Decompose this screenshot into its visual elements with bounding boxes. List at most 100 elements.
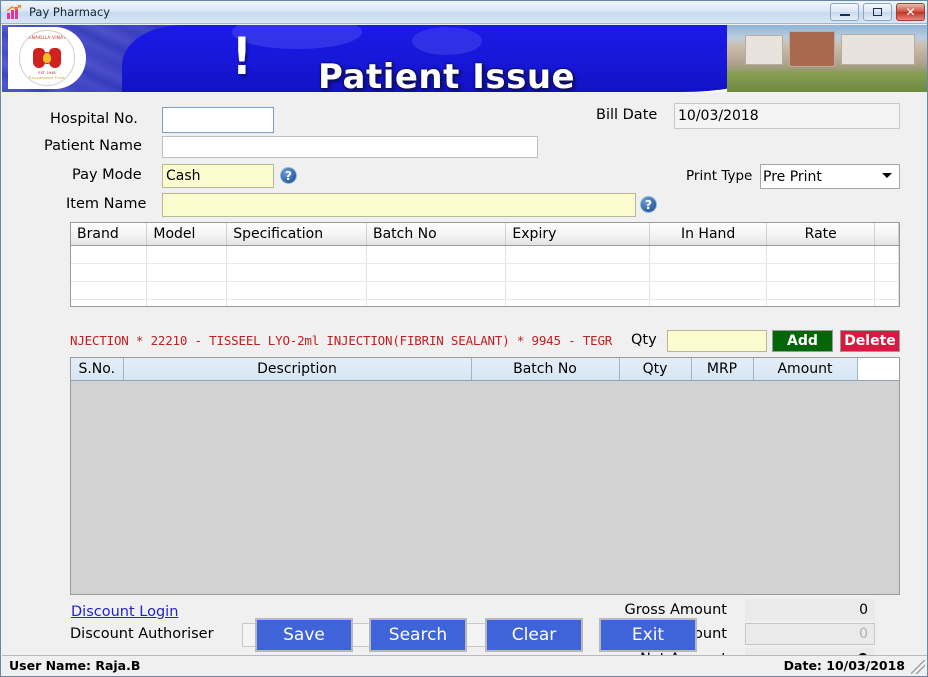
window-title: Pay Pharmacy — [29, 5, 111, 19]
table-row[interactable] — [71, 245, 899, 264]
minimize-icon — [839, 13, 850, 16]
cell — [505, 281, 650, 300]
column-batch-no[interactable]: Batch No — [366, 223, 507, 246]
cell — [874, 263, 899, 282]
items-grid-table: S.No. Description Batch No Qty MRP Amoun… — [71, 358, 899, 381]
items-grid-header-row: S.No. Description Batch No Qty MRP Amoun… — [71, 358, 899, 381]
cell — [505, 263, 650, 282]
pay-mode-label: Pay Mode — [72, 167, 142, 183]
print-type-select[interactable]: Pre Print — [760, 164, 900, 189]
campus-building — [789, 31, 835, 67]
column-batch-no[interactable]: Batch No — [471, 358, 620, 381]
cell — [226, 263, 367, 282]
minimize-button[interactable] — [830, 3, 859, 21]
discount-login-link[interactable]: Discount Login — [71, 604, 178, 620]
column-in-hand[interactable]: In Hand — [649, 223, 768, 246]
patient-name-input[interactable] — [162, 136, 538, 158]
cell — [146, 299, 228, 306]
form-area: Hospital No. Patient Name Pay Mode ? Ite… — [2, 92, 927, 676]
close-icon: ✕ — [905, 5, 916, 19]
delete-button[interactable]: Delete — [840, 330, 900, 352]
column-spacer — [874, 223, 899, 246]
cell — [366, 245, 507, 264]
clear-button[interactable]: Clear — [485, 618, 583, 652]
status-date: Date: 10/03/2018 — [783, 658, 905, 673]
column-rate[interactable]: Rate — [766, 223, 876, 246]
cell — [366, 281, 507, 300]
cell — [366, 299, 507, 306]
hospital-no-input[interactable] — [162, 107, 274, 133]
campus-building — [841, 34, 915, 65]
print-type-label: Print Type — [686, 168, 753, 184]
cell — [226, 281, 367, 300]
cell — [766, 245, 876, 264]
cell — [146, 281, 228, 300]
stock-grid-table: Brand Model Specification Batch No Expir… — [71, 223, 899, 306]
print-type-dropdown[interactable]: Pre Print — [760, 164, 900, 189]
column-expiry[interactable]: Expiry — [505, 223, 650, 246]
add-button[interactable]: Add — [772, 330, 833, 352]
item-name-input[interactable] — [162, 193, 636, 217]
column-specification[interactable]: Specification — [226, 223, 367, 246]
table-row[interactable] — [71, 299, 899, 306]
item-name-label: Item Name — [66, 196, 147, 212]
column-sno[interactable]: S.No. — [71, 358, 124, 381]
resize-grip-icon[interactable] — [911, 660, 925, 674]
table-row[interactable] — [71, 281, 899, 300]
maximize-icon — [873, 8, 882, 16]
gross-amount-label: Gross Amount — [624, 602, 727, 618]
cell — [505, 299, 650, 306]
column-model[interactable]: Model — [146, 223, 228, 246]
column-description[interactable]: Description — [123, 358, 472, 381]
column-mrp[interactable]: MRP — [691, 358, 754, 381]
cell — [226, 299, 367, 306]
cell — [146, 263, 228, 282]
campus-lawn — [727, 72, 927, 92]
column-qty[interactable]: Qty — [619, 358, 692, 381]
cell — [874, 299, 899, 306]
column-brand[interactable]: Brand — [71, 223, 148, 246]
banner-campus-photo — [727, 25, 927, 92]
status-user-name: User Name: Raja.B — [9, 658, 141, 673]
pay-mode-input[interactable] — [162, 164, 274, 188]
column-amount[interactable]: Amount — [753, 358, 858, 381]
discount-amount-value: 0 — [745, 623, 875, 645]
cell — [874, 281, 899, 300]
stock-grid-body — [71, 245, 899, 306]
pay-mode-help-icon[interactable]: ? — [280, 167, 297, 184]
cell — [649, 263, 768, 282]
cell — [505, 245, 650, 264]
save-button[interactable]: Save — [255, 618, 353, 652]
search-button[interactable]: Search — [369, 618, 467, 652]
item-name-help-icon[interactable]: ? — [640, 196, 657, 213]
hospital-no-label: Hospital No. — [50, 111, 138, 127]
cell — [71, 245, 148, 264]
maximize-button[interactable] — [863, 3, 892, 21]
application-window: Pay Pharmacy ✕ ! Patient Issue SRI MANAK… — [0, 0, 928, 677]
logo-year-text: EST. 1948 — [38, 71, 56, 75]
institution-logo: SRI MANAKULA VINAYAGAR EST. 1948 Educati… — [8, 27, 86, 89]
page-banner: ! Patient Issue SRI MANAKULA VINAYAGAR E… — [2, 25, 927, 92]
cell — [366, 263, 507, 282]
cell — [71, 299, 148, 306]
cell — [649, 299, 768, 306]
stock-grid[interactable]: Brand Model Specification Batch No Expir… — [70, 222, 900, 307]
items-grid[interactable]: S.No. Description Batch No Qty MRP Amoun… — [70, 357, 900, 595]
logo-center-icon — [42, 52, 52, 64]
bill-date-label: Bill Date — [596, 107, 658, 123]
items-grid-body — [71, 380, 899, 594]
exit-button[interactable]: Exit — [599, 618, 697, 652]
logo-mark-icon — [33, 46, 61, 70]
logo-bottom-text: Educational Trust — [28, 76, 66, 80]
exclamation-icon: ! — [232, 27, 252, 87]
cell — [766, 281, 876, 300]
patient-name-label: Patient Name — [44, 138, 142, 154]
table-row[interactable] — [71, 263, 899, 282]
gross-amount-value: 0 — [745, 599, 875, 621]
bill-date-input[interactable] — [674, 103, 900, 129]
logo-top-text: SRI MANAKULA VINAYAGAR — [20, 35, 74, 40]
cell — [146, 245, 228, 264]
logo-emblem: SRI MANAKULA VINAYAGAR EST. 1948 Educati… — [19, 30, 75, 86]
qty-input[interactable] — [667, 330, 767, 352]
close-button[interactable]: ✕ — [896, 3, 925, 21]
